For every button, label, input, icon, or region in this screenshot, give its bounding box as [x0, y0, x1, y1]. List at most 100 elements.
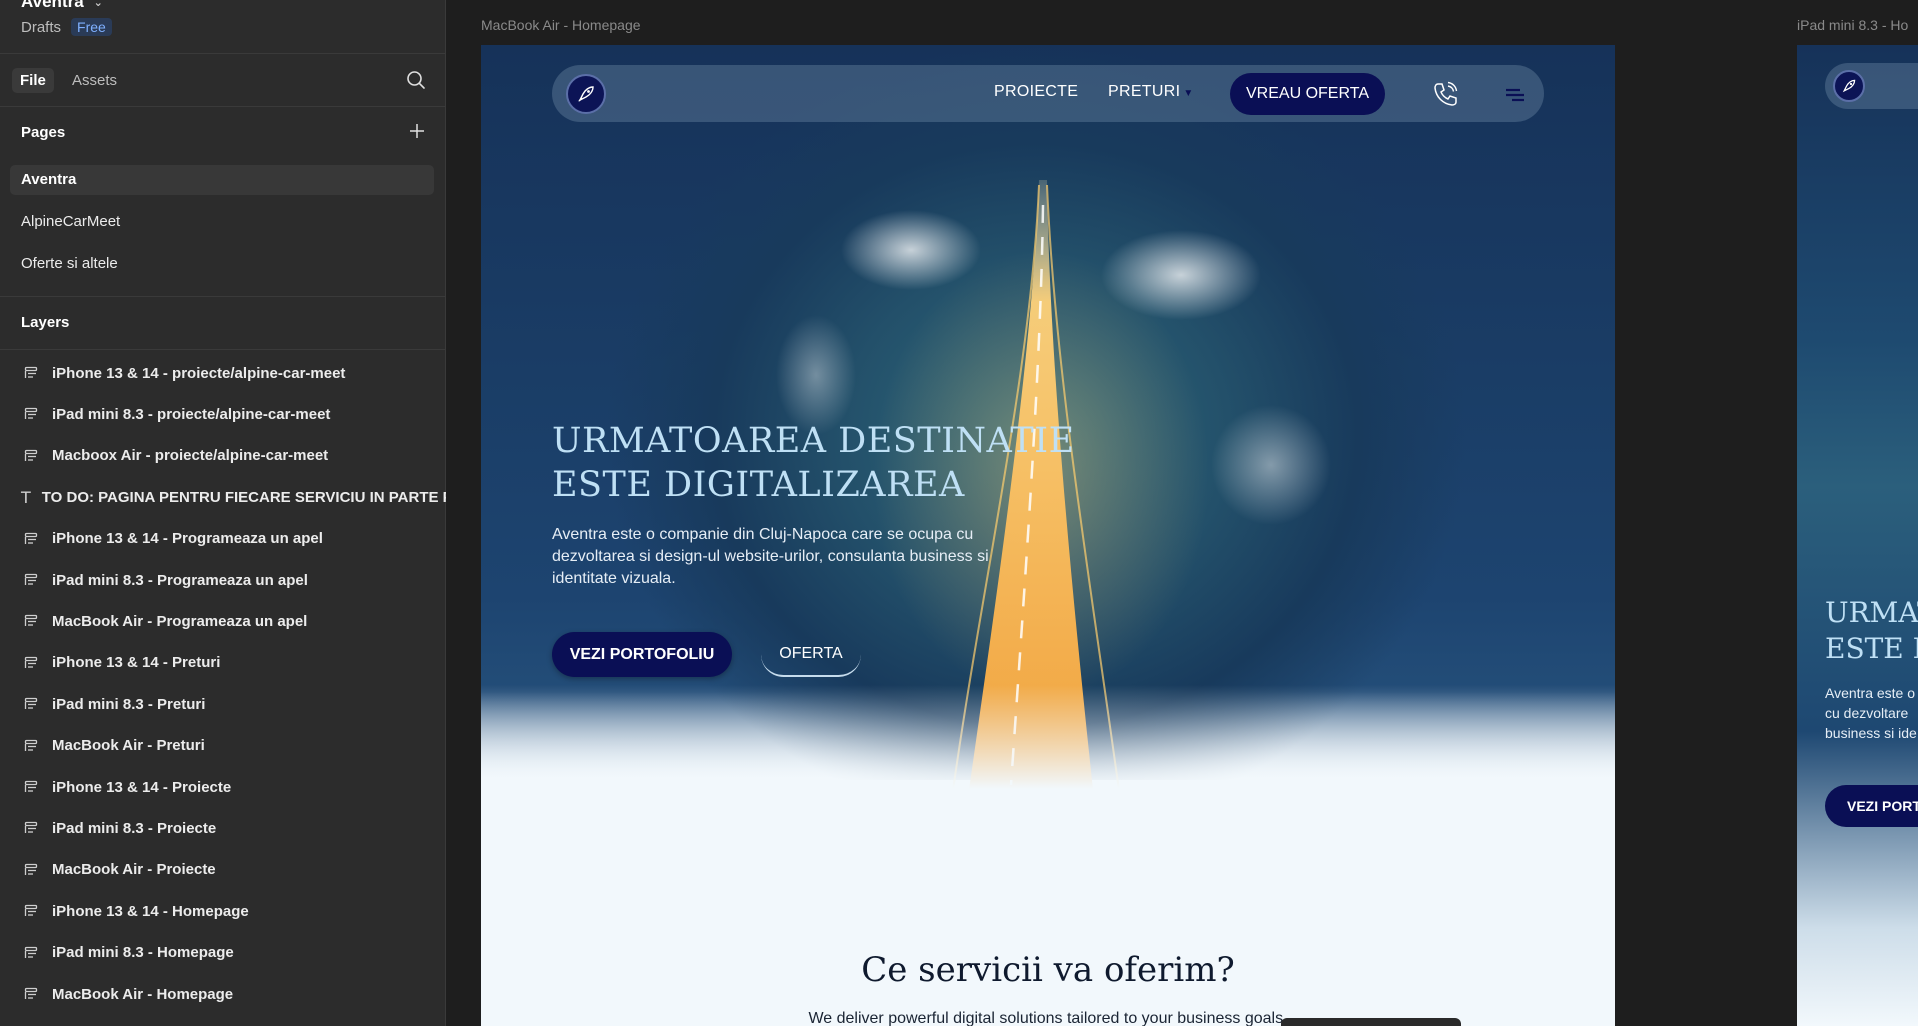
nav-link-preturi[interactable]: PRETURI ▼: [1108, 83, 1194, 101]
layer-item[interactable]: iPad mini 8.3 - Proiecte: [0, 811, 446, 845]
homepage-frame[interactable]: PROIECTE PRETURI ▼ VREAU OFERTA URMATOARE…: [481, 45, 1615, 1026]
hero-title: URMAT ESTE D: [1825, 595, 1918, 667]
frame-label[interactable]: iPad mini 8.3 - Ho: [1797, 17, 1908, 33]
frame-label[interactable]: MacBook Air - Homepage: [481, 17, 641, 33]
plan-badge: Free: [71, 18, 112, 36]
offer-button[interactable]: OFERTA: [761, 632, 861, 677]
divider: [0, 296, 445, 297]
left-panel: Aventra ⌄ Drafts Free File Assets Pages …: [0, 0, 446, 1026]
floating-toolbar[interactable]: [1281, 1018, 1461, 1026]
hero-description: Aventra este o companie din Cluj-Napoca …: [552, 526, 989, 587]
layer-item[interactable]: Macboox Air - proiecte/alpine-car-meet: [0, 439, 446, 473]
layer-label: iPad mini 8.3 - Homepage: [52, 944, 234, 962]
rocket-logo-icon[interactable]: [566, 74, 606, 114]
pages-heading: Pages: [21, 124, 66, 141]
layer-item[interactable]: iPad mini 8.3 - Programeaza un apel: [0, 563, 446, 597]
frame-icon: [21, 656, 41, 670]
text-icon: T: [21, 487, 31, 507]
layer-label: iPhone 13 & 14 - proiecte/alpine-car-mee…: [52, 364, 346, 382]
frame-icon: [21, 863, 41, 877]
project-name-menu[interactable]: Aventra ⌄: [21, 0, 103, 12]
layer-label: iPad mini 8.3 - Programeaza un apel: [52, 571, 308, 589]
hero-text-line: Aventra este o: [1825, 685, 1916, 701]
drafts-row: Drafts Free: [21, 18, 112, 36]
drafts-link[interactable]: Drafts: [21, 19, 61, 36]
rocket-logo-icon[interactable]: [1833, 70, 1865, 102]
frame-icon: [21, 739, 41, 753]
layer-label: MacBook Air - Proiecte: [52, 861, 216, 879]
file-header: Aventra ⌄ Drafts Free: [0, 0, 445, 54]
hero-section: PROIECTE PRETURI ▼ VREAU OFERTA URMATOARE…: [481, 45, 1615, 815]
hero-description: Aventra este o cu dezvoltare business si…: [1825, 683, 1917, 743]
view-portfolio-button[interactable]: VEZI PORTO: [1825, 785, 1918, 827]
hero-title-line: ESTE D: [1825, 632, 1918, 665]
layer-item[interactable]: iPhone 13 & 14 - proiecte/alpine-car-mee…: [0, 356, 446, 390]
nav-link-proiecte[interactable]: PROIECTE: [994, 83, 1078, 101]
layer-label: MacBook Air - Preturi: [52, 737, 205, 755]
frame-icon: [21, 449, 41, 463]
layer-item[interactable]: iPhone 13 & 14 - Proiecte: [0, 770, 446, 804]
layer-item[interactable]: iPad mini 8.3 - Preturi: [0, 687, 446, 721]
frame-icon: [21, 573, 41, 587]
layer-label: iPhone 13 & 14 - Programeaza un apel: [52, 530, 323, 548]
add-page-icon[interactable]: [407, 121, 427, 141]
site-nav: [1825, 63, 1918, 109]
frame-icon: [21, 946, 41, 960]
layer-label: iPhone 13 & 14 - Preturi: [52, 654, 221, 672]
hero-text-line: cu dezvoltare: [1825, 705, 1909, 721]
caret-down-icon: ▼: [1183, 88, 1194, 99]
hero-title-line: URMAT: [1825, 596, 1918, 629]
frame-icon: [21, 780, 41, 794]
services-title: Ce servicii va oferim?: [861, 950, 1235, 990]
layer-item[interactable]: iPhone 13 & 14 - Preturi: [0, 646, 446, 680]
panel-tabs: File Assets: [0, 54, 445, 107]
layer-item[interactable]: iPhone 13 & 14 - Homepage: [0, 894, 446, 928]
layer-label: iPhone 13 & 14 - Proiecte: [52, 778, 232, 796]
page-item-alpinecarmeet[interactable]: AlpineCarMeet: [10, 207, 434, 237]
view-portfolio-button[interactable]: VEZI PORTOFOLIU: [552, 632, 732, 677]
layer-item[interactable]: T TO DO: PAGINA PENTRU FIECARE SERVICIU I…: [0, 480, 446, 514]
layer-item[interactable]: MacBook Air - Preturi: [0, 729, 446, 763]
nav-link-preturi-label: PRETURI: [1108, 83, 1181, 100]
tab-assets[interactable]: Assets: [64, 68, 125, 93]
hero-text-line: business si ide: [1825, 725, 1917, 741]
layer-label: iPad mini 8.3 - proiecte/alpine-car-meet: [52, 405, 331, 423]
frame-icon: [21, 904, 41, 918]
page-item-aventra[interactable]: Aventra: [10, 165, 434, 195]
layer-item[interactable]: iPad mini 8.3 - proiecte/alpine-car-meet: [0, 397, 446, 431]
frame-icon: [21, 614, 41, 628]
request-offer-button[interactable]: VREAU OFERTA: [1230, 73, 1385, 115]
layer-item[interactable]: MacBook Air - Proiecte: [0, 853, 446, 887]
layer-label: iPad mini 8.3 - Proiecte: [52, 819, 217, 837]
layer-item[interactable]: iPad mini 8.3 - Homepage: [0, 936, 446, 970]
page-item-oferte[interactable]: Oferte si altele: [10, 249, 434, 279]
layer-label: TO DO: PAGINA PENTRU FIECARE SERVICIU IN…: [41, 488, 446, 506]
frame-icon: [21, 532, 41, 546]
phone-icon[interactable]: [1432, 81, 1458, 112]
hero-fade: [481, 685, 1615, 815]
frame-icon: [21, 987, 41, 1001]
layer-item[interactable]: MacBook Air - Programeaza un apel: [0, 604, 446, 638]
layer-label: MacBook Air - Homepage: [52, 985, 234, 1003]
divider: [0, 349, 445, 350]
chevron-down-icon[interactable]: ⌄: [94, 0, 103, 9]
hero-title-line: URMATOAREA DESTINATIE: [552, 421, 1075, 461]
layer-item[interactable]: MacBook Air - Homepage: [0, 977, 446, 1011]
tab-file[interactable]: File: [12, 68, 54, 93]
frame-icon: [21, 821, 41, 835]
layers-heading: Layers: [21, 314, 70, 331]
layer-item[interactable]: iPhone 13 & 14 - Programeaza un apel: [0, 522, 446, 556]
layer-label: iPad mini 8.3 - Preturi: [52, 695, 206, 713]
menu-icon[interactable]: [1504, 87, 1526, 108]
hero-title: URMATOAREA DESTINATIE ESTE DIGITALIZAREA: [552, 419, 1092, 507]
search-icon[interactable]: [405, 69, 427, 91]
project-name: Aventra: [21, 0, 84, 11]
layer-label: Macboox Air - proiecte/alpine-car-meet: [52, 447, 329, 465]
frame-icon: [21, 697, 41, 711]
layer-label: iPhone 13 & 14 - Homepage: [52, 902, 249, 920]
frame-icon: [21, 407, 41, 421]
site-nav: PROIECTE PRETURI ▼ VREAU OFERTA: [552, 65, 1544, 122]
ipad-homepage-frame[interactable]: URMAT ESTE D Aventra este o cu dezvoltar…: [1797, 45, 1918, 1026]
frame-icon: [21, 366, 41, 380]
hero-title-line: ESTE DIGITALIZAREA: [552, 465, 965, 505]
